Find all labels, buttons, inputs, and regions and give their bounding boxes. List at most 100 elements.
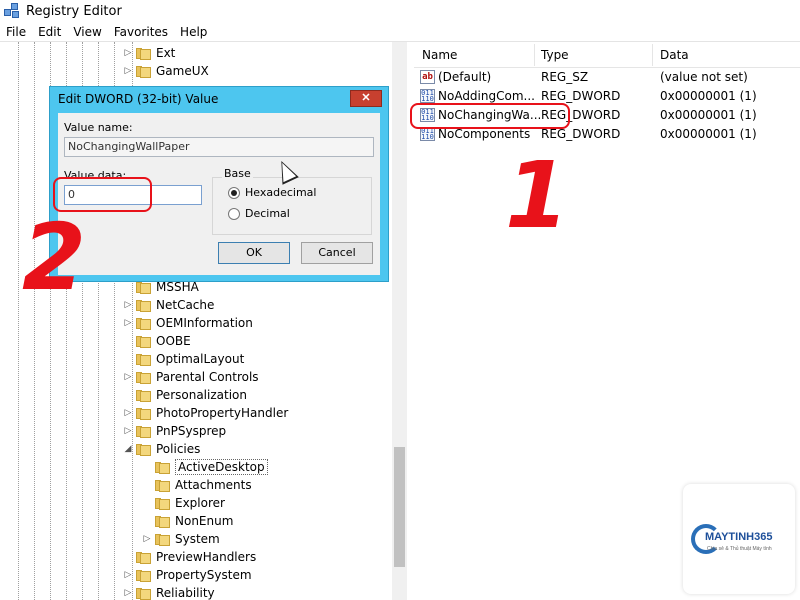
folder-icon <box>155 515 171 528</box>
registry-editor-icon <box>4 3 20 19</box>
folder-icon <box>136 281 152 294</box>
menu-edit[interactable]: Edit <box>32 25 67 39</box>
radio-unchecked-icon[interactable] <box>228 207 240 220</box>
value-data: 0x00000001 (1) <box>660 127 757 141</box>
folder-icon <box>136 551 152 564</box>
radio-checked-icon[interactable] <box>228 186 240 199</box>
tree-item-label: Policies <box>156 442 201 456</box>
window-title: Registry Editor <box>26 3 122 19</box>
tree-item-label: Reliability <box>156 586 215 600</box>
tree-item-reliability[interactable]: ▷ Reliability <box>122 584 215 600</box>
column-separator[interactable] <box>652 44 653 66</box>
column-separator[interactable] <box>534 44 535 66</box>
tree-item-personalization[interactable]: Personalization <box>122 386 247 404</box>
tree-item-photopropertyhandler[interactable]: ▷ PhotoPropertyHandler <box>122 404 289 422</box>
expand-arrow-icon[interactable]: ▷ <box>122 300 134 310</box>
tree-item-label: System <box>175 532 220 546</box>
expand-arrow-icon[interactable]: ▷ <box>122 318 134 328</box>
value-type: REG_DWORD <box>541 127 621 141</box>
value-name: NoComponents <box>438 127 531 141</box>
ok-button[interactable]: OK <box>218 242 290 264</box>
expand-arrow-icon[interactable]: ▷ <box>122 372 134 382</box>
tree-item-label: PnPSysprep <box>156 424 227 438</box>
cancel-button[interactable]: Cancel <box>301 242 373 264</box>
tree-item-system[interactable]: ▷ System <box>141 530 220 548</box>
tree-item-previewhandlers[interactable]: PreviewHandlers <box>122 548 256 566</box>
tree-vertical-scrollbar[interactable] <box>392 42 407 600</box>
expand-arrow-icon[interactable]: ▷ <box>122 588 134 598</box>
decimal-label: Decimal <box>245 207 290 220</box>
expand-arrow-icon[interactable]: ▷ <box>122 570 134 580</box>
tree-guide-line <box>18 42 19 600</box>
tree-item-explorer[interactable]: Explorer <box>141 494 225 512</box>
list-header: Name Type Data <box>414 42 800 68</box>
expand-arrow-icon[interactable]: ▷ <box>122 426 134 436</box>
nochangingwallpaper-highlight <box>410 103 570 129</box>
folder-icon <box>155 533 171 546</box>
open-folder-icon <box>155 461 171 474</box>
list-row-default[interactable]: ab (Default) REG_SZ (value not set) <box>414 68 800 87</box>
column-header-name[interactable]: Name <box>422 48 457 62</box>
tree-item-gameux[interactable]: ▷ GameUX <box>122 62 209 80</box>
tree-item-label: Explorer <box>175 496 225 510</box>
tree-item-activedesktop[interactable]: ActiveDesktop <box>141 458 268 476</box>
folder-icon <box>155 497 171 510</box>
tree-item-label: NetCache <box>156 298 215 312</box>
value-name: NoAddingCom... <box>438 89 535 103</box>
tree-item-parental-controls[interactable]: ▷ Parental Controls <box>122 368 259 386</box>
value-type: REG_SZ <box>541 70 589 84</box>
scrollbar-thumb[interactable] <box>394 447 405 567</box>
folder-icon <box>136 299 152 312</box>
title-bar: Registry Editor <box>0 0 800 22</box>
folder-icon <box>136 47 152 60</box>
dialog-title: Edit DWORD (32-bit) Value <box>58 92 219 106</box>
tree-item-label: OOBE <box>156 334 191 348</box>
brand-name: MAYTINH365 <box>705 531 773 543</box>
tree-item-label: PreviewHandlers <box>156 550 257 564</box>
folder-icon <box>136 353 152 366</box>
tree-item-label: NonEnum <box>175 514 234 528</box>
expand-arrow-icon[interactable]: ▷ <box>122 48 134 58</box>
tree-item-label: Personalization <box>156 388 247 402</box>
folder-icon <box>136 317 152 330</box>
folder-icon <box>155 479 171 492</box>
expand-arrow-icon[interactable]: ▷ <box>122 408 134 418</box>
tree-item-propertysystem[interactable]: ▷ PropertySystem <box>122 566 252 584</box>
folder-icon <box>136 425 152 438</box>
tree-item-optimallayout[interactable]: OptimalLayout <box>122 350 244 368</box>
expand-arrow-icon[interactable]: ▷ <box>122 66 134 76</box>
tree-item-oeminformation[interactable]: ▷ OEMInformation <box>122 314 253 332</box>
tree-item-attachments[interactable]: Attachments <box>141 476 252 494</box>
tree-item-nonenum[interactable]: NonEnum <box>141 512 233 530</box>
value-data: 0x00000001 (1) <box>660 108 757 122</box>
tree-item-ext[interactable]: ▷ Ext <box>122 44 176 62</box>
tree-item-label: GameUX <box>156 64 209 78</box>
decimal-radio[interactable]: Decimal <box>228 207 290 220</box>
tree-item-pnpsysprep[interactable]: ▷ PnPSysprep <box>122 422 227 440</box>
tree-item-netcache[interactable]: ▷ NetCache <box>122 296 215 314</box>
hexadecimal-radio[interactable]: Hexadecimal <box>228 186 316 199</box>
menu-help[interactable]: Help <box>174 25 213 39</box>
tree-guide-line <box>34 42 35 600</box>
collapse-arrow-icon[interactable]: ◢ <box>122 444 134 454</box>
menu-view[interactable]: View <box>67 25 107 39</box>
maytinh365-logo: MAYTINH365 Chia sẻ & Thủ thuật Máy tính <box>683 484 795 594</box>
column-header-type[interactable]: Type <box>541 48 569 62</box>
tree-item-policies[interactable]: ◢ Policies <box>122 440 201 458</box>
folder-icon <box>136 407 152 420</box>
value-name-field: NoChangingWallPaper <box>64 137 374 157</box>
step-1-marker: 1 <box>505 142 570 249</box>
step-2-marker: 2 <box>22 204 87 311</box>
hexadecimal-label: Hexadecimal <box>245 186 317 199</box>
tree-item-label: OEMInformation <box>156 316 253 330</box>
value-name: (Default) <box>438 70 492 84</box>
column-header-data[interactable]: Data <box>660 48 689 62</box>
tree-item-oobe[interactable]: OOBE <box>122 332 191 350</box>
expand-arrow-icon[interactable]: ▷ <box>141 534 153 544</box>
close-button[interactable]: ✕ <box>350 90 382 107</box>
tree-item-label: PropertySystem <box>156 568 252 582</box>
string-value-icon: ab <box>420 70 435 84</box>
value-data: 0x00000001 (1) <box>660 89 757 103</box>
menu-file[interactable]: File <box>0 25 32 39</box>
menu-favorites[interactable]: Favorites <box>108 25 174 39</box>
